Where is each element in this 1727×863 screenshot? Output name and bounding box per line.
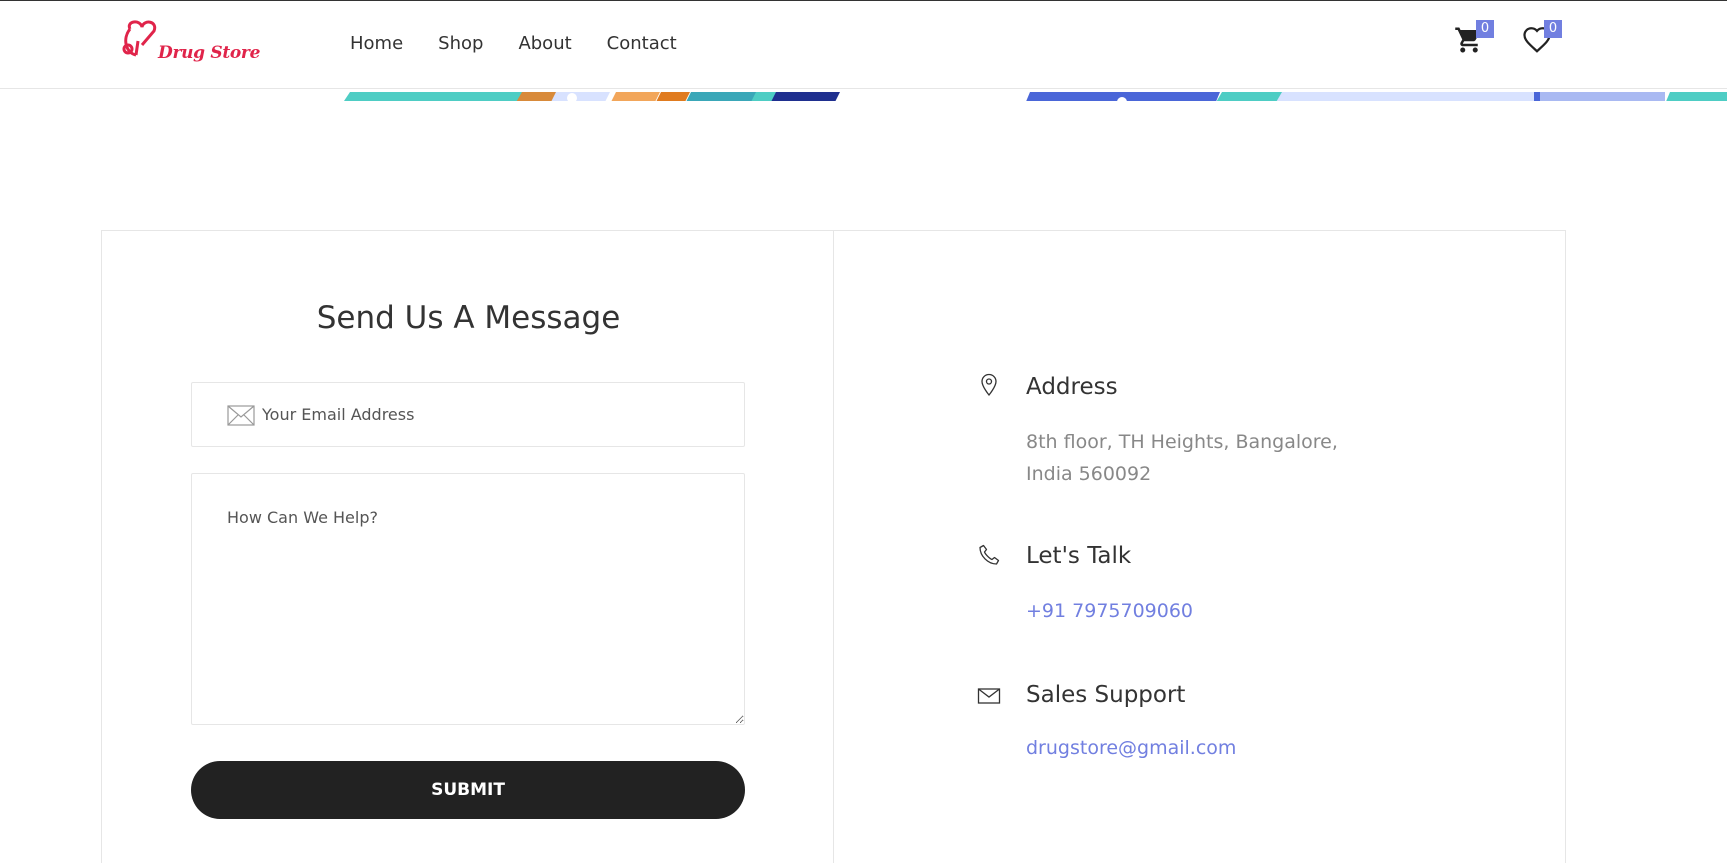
- wishlist-count-badge: 0: [1544, 20, 1562, 38]
- lets-talk-title: Let's Talk: [1026, 543, 1132, 569]
- address-line-1: 8th floor, TH Heights, Bangalore,: [1026, 431, 1338, 453]
- site-header: Drug Store Home Shop About Contact 0 0: [0, 1, 1727, 89]
- wishlist-button[interactable]: 0: [1522, 20, 1562, 59]
- envelope-icon: [977, 688, 1001, 704]
- map-pin-icon: [981, 373, 997, 397]
- address-line-2: India 560092: [1026, 463, 1152, 485]
- phone-icon: [979, 544, 1000, 565]
- envelope-outline-icon: [227, 405, 255, 426]
- message-textarea[interactable]: [191, 473, 745, 725]
- address-title: Address: [1026, 374, 1118, 400]
- cart-button[interactable]: 0: [1454, 20, 1494, 59]
- nav-item-shop[interactable]: Shop: [438, 33, 483, 54]
- contact-box-divider: [833, 230, 834, 863]
- email-input[interactable]: [262, 383, 732, 446]
- brand-logo[interactable]: Drug Store: [118, 19, 260, 69]
- email-field[interactable]: [191, 382, 745, 447]
- brand-name: Drug Store: [158, 43, 261, 63]
- hero-banner-remnant: [0, 89, 1727, 101]
- sales-support-title: Sales Support: [1026, 682, 1186, 708]
- phone-link[interactable]: +91 7975709060: [1026, 600, 1193, 622]
- main-nav: Home Shop About Contact: [350, 33, 712, 54]
- nav-item-about[interactable]: About: [518, 33, 571, 54]
- cart-count-badge: 0: [1476, 20, 1494, 38]
- submit-button[interactable]: SUBMIT: [191, 761, 745, 819]
- nav-item-home[interactable]: Home: [350, 33, 403, 54]
- nav-item-contact[interactable]: Contact: [607, 33, 677, 54]
- banner-shapes: [344, 92, 1727, 101]
- form-title: Send Us A Message: [316, 300, 621, 336]
- support-email-link[interactable]: drugstore@gmail.com: [1026, 737, 1236, 759]
